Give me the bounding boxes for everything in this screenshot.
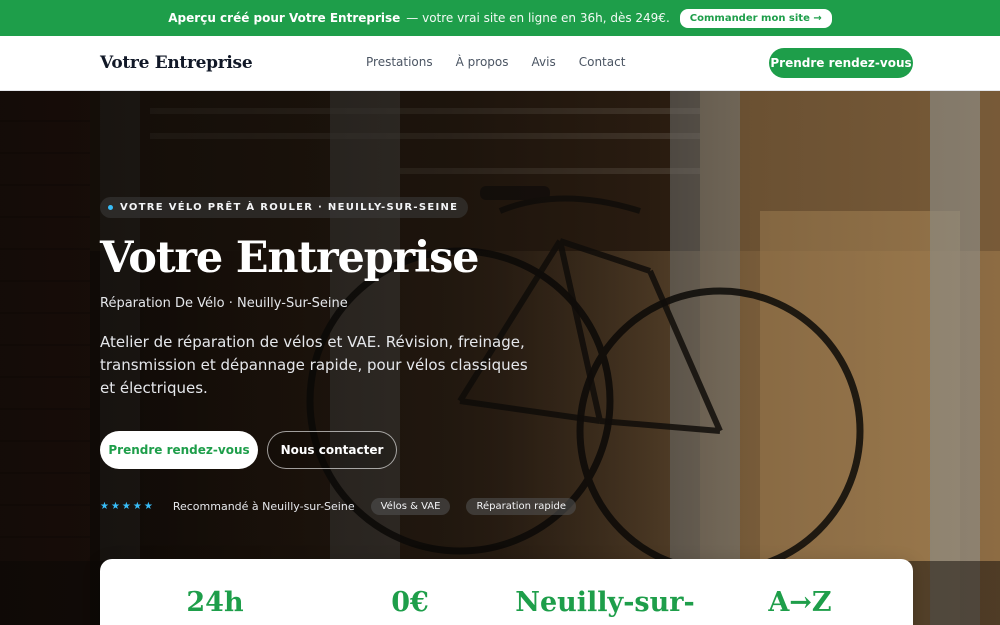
stat-value: 0€ [391,587,429,618]
promo-banner: Aperçu créé pour Votre Entreprise — votr… [0,0,1000,36]
nav-appointment-button[interactable]: Prendre rendez-vous [769,48,913,78]
recommendation-text: Recommandé à Neuilly-sur-Seine [172,500,355,513]
nav-link-a-propos[interactable]: À propos [456,55,509,69]
brand-logo[interactable]: Votre Entreprise [100,53,253,73]
stats-card: 24h 0€ Neuilly-sur- A→Z [100,559,913,625]
navbar: Votre Entreprise Prestations À propos Av… [0,36,1000,91]
stat-value: Neuilly-sur- [515,587,695,618]
promo-lead: Aperçu créé pour Votre Entreprise [168,11,401,25]
order-site-button[interactable]: Commander mon site → [679,8,832,28]
nav-link-contact[interactable]: Contact [579,55,626,69]
dot-icon [108,205,113,210]
hero-subtitle: Réparation De Vélo · Neuilly-Sur-Seine [100,296,348,311]
hero-section: VOTRE VÉLO PRÊT À ROULER · NEUILLY-SUR-S… [0,91,1000,625]
hero-contact-button[interactable]: Nous contacter [267,431,397,469]
star-rating-icon: ★★★★★ [100,501,155,512]
hero-appointment-button[interactable]: Prendre rendez-vous [100,431,258,469]
stat-value: 24h [186,587,244,618]
hero-description: Atelier de réparation de vélos et VAE. R… [100,333,528,397]
stat-value: A→Z [768,587,832,618]
chip-reparation-rapide: Réparation rapide [466,498,577,515]
nav-link-prestations[interactable]: Prestations [366,55,433,69]
hero-tagline: VOTRE VÉLO PRÊT À ROULER · NEUILLY-SUR-S… [100,197,469,218]
nav-link-avis[interactable]: Avis [532,55,556,69]
chip-velos-vae: Vélos & VAE [370,498,451,515]
hero-title: Votre Entreprise [100,233,479,283]
nav-links: Prestations À propos Avis Contact [366,55,625,69]
hero-tagline-text: VOTRE VÉLO PRÊT À ROULER · NEUILLY-SUR-S… [120,202,459,213]
promo-text: — votre vrai site en ligne en 36h, dès 2… [406,11,670,25]
social-proof: ★★★★★ Recommandé à Neuilly-sur-Seine Vél… [100,498,577,515]
